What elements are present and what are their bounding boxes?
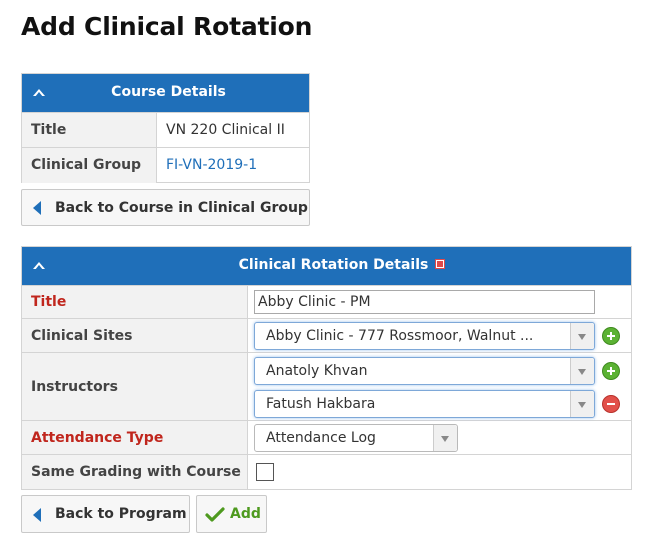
attendance-type-label: Attendance Type	[22, 420, 248, 455]
clinical-group-link[interactable]: FI-VN-2019-1	[166, 157, 257, 173]
instructor-1-selected: Anatoly Khvan	[266, 363, 368, 379]
rotation-title-input[interactable]	[254, 290, 595, 314]
rotation-details-header[interactable]: Clinical Rotation Details	[22, 247, 631, 285]
instructor-2-selected: Fatush Hakbara	[266, 396, 376, 412]
course-title-value: VN 220 Clinical II	[156, 112, 309, 148]
back-to-program-button[interactable]: Back to Program	[21, 495, 190, 533]
instructor-select-2[interactable]: Fatush Hakbara	[254, 390, 595, 418]
course-details-table: Title VN 220 Clinical II Clinical Group …	[22, 112, 309, 183]
chevron-down-icon[interactable]	[570, 323, 594, 349]
chevron-down-icon[interactable]	[570, 358, 594, 384]
instructors-label: Instructors	[22, 352, 248, 421]
attendance-type-selected: Attendance Log	[266, 430, 376, 446]
add-button[interactable]: Add	[196, 495, 267, 533]
back-to-program-label: Back to Program	[55, 506, 187, 522]
same-grading-checkbox[interactable]	[256, 463, 274, 481]
course-details-title: Course Details	[111, 84, 226, 100]
course-details-header[interactable]: Course Details	[22, 74, 309, 112]
rotation-details-table: Title Clinical Sites Instructors Attenda…	[22, 285, 631, 489]
chevron-down-icon[interactable]	[570, 391, 594, 417]
chevron-down-icon[interactable]	[433, 425, 457, 451]
back-to-course-label: Back to Course in Clinical Group	[55, 200, 308, 216]
checkmark-icon	[205, 507, 225, 522]
rotation-title-label: Title	[22, 285, 248, 319]
clinical-sites-label: Clinical Sites	[22, 318, 248, 353]
table-row: Same Grading with Course	[22, 454, 631, 489]
attendance-type-select[interactable]: Attendance Log	[254, 424, 458, 452]
same-grading-label: Same Grading with Course	[22, 454, 248, 489]
instructor-select-1[interactable]: Anatoly Khvan	[254, 357, 595, 385]
back-to-course-button[interactable]: Back to Course in Clinical Group	[21, 189, 310, 226]
required-indicator-icon	[435, 259, 446, 269]
course-title-label: Title	[22, 112, 157, 148]
rotation-details-title-text: Clinical Rotation Details	[238, 257, 429, 273]
table-row: Title VN 220 Clinical II	[22, 112, 309, 148]
course-details-panel: Course Details Title VN 220 Clinical II …	[21, 73, 310, 183]
add-clinical-site-icon[interactable]	[602, 327, 620, 345]
table-row: Clinical Group FI-VN-2019-1	[22, 147, 309, 183]
remove-instructor-icon[interactable]	[602, 395, 620, 413]
clinical-group-label: Clinical Group	[22, 147, 157, 183]
clinical-sites-select[interactable]: Abby Clinic - 777 Rossmoor, Walnut ...	[254, 322, 595, 350]
back-arrow-icon	[33, 201, 41, 215]
page-title: Add Clinical Rotation	[21, 12, 313, 41]
add-label: Add	[230, 506, 261, 522]
back-arrow-icon	[33, 508, 41, 522]
add-instructor-icon[interactable]	[602, 362, 620, 380]
clinical-sites-selected: Abby Clinic - 777 Rossmoor, Walnut ...	[266, 328, 534, 344]
rotation-details-title: Clinical Rotation Details	[22, 257, 631, 273]
